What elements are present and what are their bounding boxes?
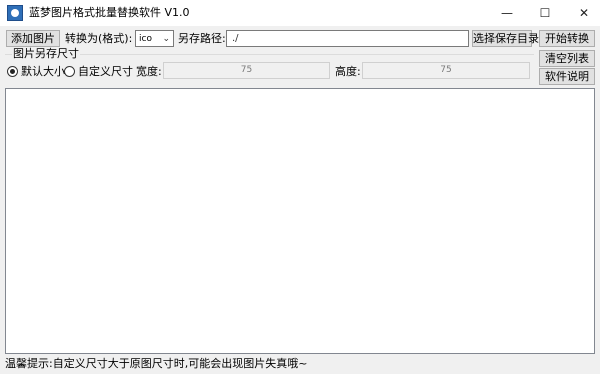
convert-format-label: 转换为(格式):	[65, 32, 133, 45]
width-label: 宽度:	[136, 65, 162, 78]
app-icon	[7, 5, 23, 21]
format-select-value: ico	[139, 34, 152, 44]
help-button[interactable]: 软件说明	[539, 68, 595, 85]
save-path-input[interactable]: ./	[226, 30, 469, 47]
file-list[interactable]	[5, 88, 595, 354]
custom-size-label[interactable]: 自定义尺寸	[78, 65, 133, 79]
custom-size-radio[interactable]	[64, 66, 75, 77]
save-path-label: 另存路径:	[178, 32, 226, 45]
width-input[interactable]: 75	[163, 62, 330, 79]
clear-list-button[interactable]: 清空列表	[539, 50, 595, 67]
close-icon: ✕	[578, 6, 590, 20]
choose-save-dir-button[interactable]: 选择保存目录	[472, 30, 539, 47]
default-size-label[interactable]: 默认大小	[21, 65, 65, 79]
save-size-group-title: 图片另存尺寸	[12, 47, 80, 61]
height-label: 高度:	[335, 65, 361, 78]
close-button[interactable]: ✕	[561, 0, 600, 26]
status-hint: 温馨提示:自定义尺寸大于原图尺寸时,可能会出现图片失真哦~	[5, 357, 308, 370]
maximize-icon: ☐	[539, 6, 551, 20]
default-size-radio[interactable]	[7, 66, 18, 77]
add-image-button[interactable]: 添加图片	[6, 30, 60, 47]
height-input[interactable]: 75	[362, 62, 530, 79]
minimize-icon: —	[501, 6, 513, 20]
chevron-down-icon: ⌄	[162, 34, 170, 44]
format-select[interactable]: ico ⌄	[135, 30, 174, 47]
start-convert-button[interactable]: 开始转换	[539, 30, 595, 47]
window-title: 蓝梦图片格式批量替换软件 V1.0	[29, 6, 190, 19]
